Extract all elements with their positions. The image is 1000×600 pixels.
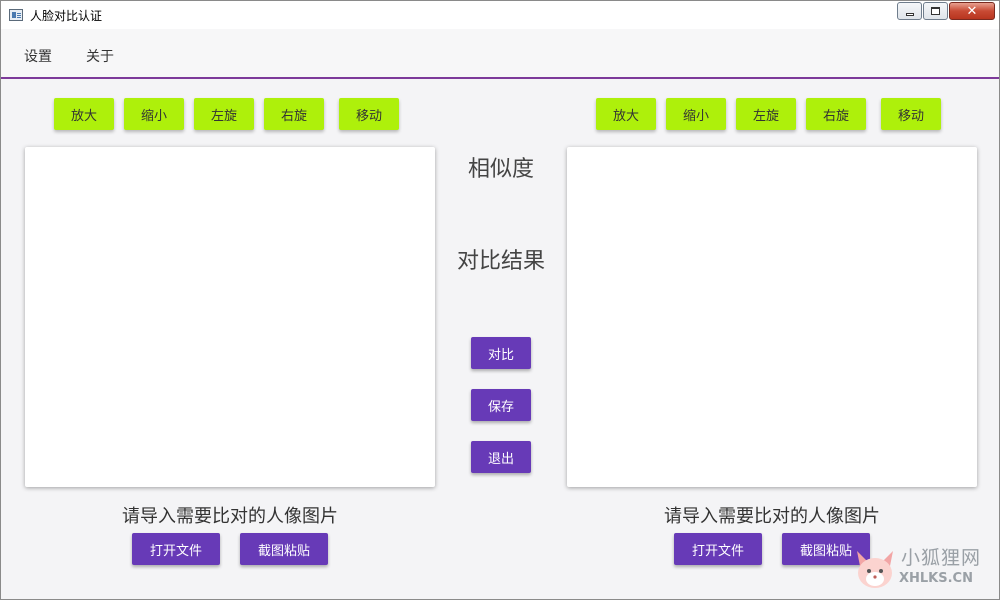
app-window: 人脸对比认证 ✕ 设置 关于 放大 缩小 左旋 右旋 移动 放大 缩小 左旋 右…	[0, 0, 1000, 600]
window-controls: ✕	[896, 2, 995, 20]
left-image-panel[interactable]	[25, 147, 435, 487]
app-icon	[9, 9, 23, 21]
menu-settings[interactable]: 设置	[24, 46, 52, 66]
window-title: 人脸对比认证	[30, 9, 103, 23]
fox-logo-icon	[857, 551, 893, 588]
watermark-cn-text: 小狐狸网	[901, 547, 982, 569]
menu-about[interactable]: 关于	[86, 46, 114, 66]
watermark: 小狐狸网 XHLKS.CN	[851, 543, 991, 595]
left-import-prompt: 请导入需要比对的人像图片	[122, 506, 338, 527]
right-open-file-button[interactable]: 打开文件	[674, 533, 762, 565]
right-image-panel[interactable]	[567, 147, 977, 487]
title-bar: 人脸对比认证 ✕	[1, 1, 999, 29]
compare-button[interactable]: 对比	[471, 337, 531, 369]
right-rotate-right-button[interactable]: 右旋	[806, 98, 866, 130]
right-zoom-out-button[interactable]: 缩小	[666, 98, 726, 130]
menu-bar: 设置 关于	[1, 29, 999, 79]
right-move-button[interactable]: 移动	[881, 98, 941, 130]
save-button[interactable]: 保存	[471, 389, 531, 421]
maximize-button[interactable]	[923, 2, 948, 20]
left-rotate-left-button[interactable]: 左旋	[194, 98, 254, 130]
left-zoom-out-button[interactable]: 缩小	[124, 98, 184, 130]
close-icon: ✕	[966, 3, 978, 19]
left-open-file-button[interactable]: 打开文件	[132, 533, 220, 565]
right-zoom-in-button[interactable]: 放大	[596, 98, 656, 130]
right-rotate-left-button[interactable]: 左旋	[736, 98, 796, 130]
minimize-icon	[905, 12, 914, 16]
left-screenshot-paste-button[interactable]: 截图粘贴	[240, 533, 328, 565]
exit-button[interactable]: 退出	[471, 441, 531, 473]
left-move-button[interactable]: 移动	[339, 98, 399, 130]
left-rotate-right-button[interactable]: 右旋	[264, 98, 324, 130]
watermark-en-text: XHLKS.CN	[899, 571, 973, 586]
left-zoom-in-button[interactable]: 放大	[54, 98, 114, 130]
maximize-icon	[931, 7, 940, 15]
similarity-label: 相似度	[467, 157, 534, 182]
right-import-prompt: 请导入需要比对的人像图片	[664, 506, 880, 527]
close-button[interactable]: ✕	[949, 2, 995, 20]
result-label: 对比结果	[456, 249, 545, 274]
minimize-button[interactable]	[897, 2, 922, 20]
